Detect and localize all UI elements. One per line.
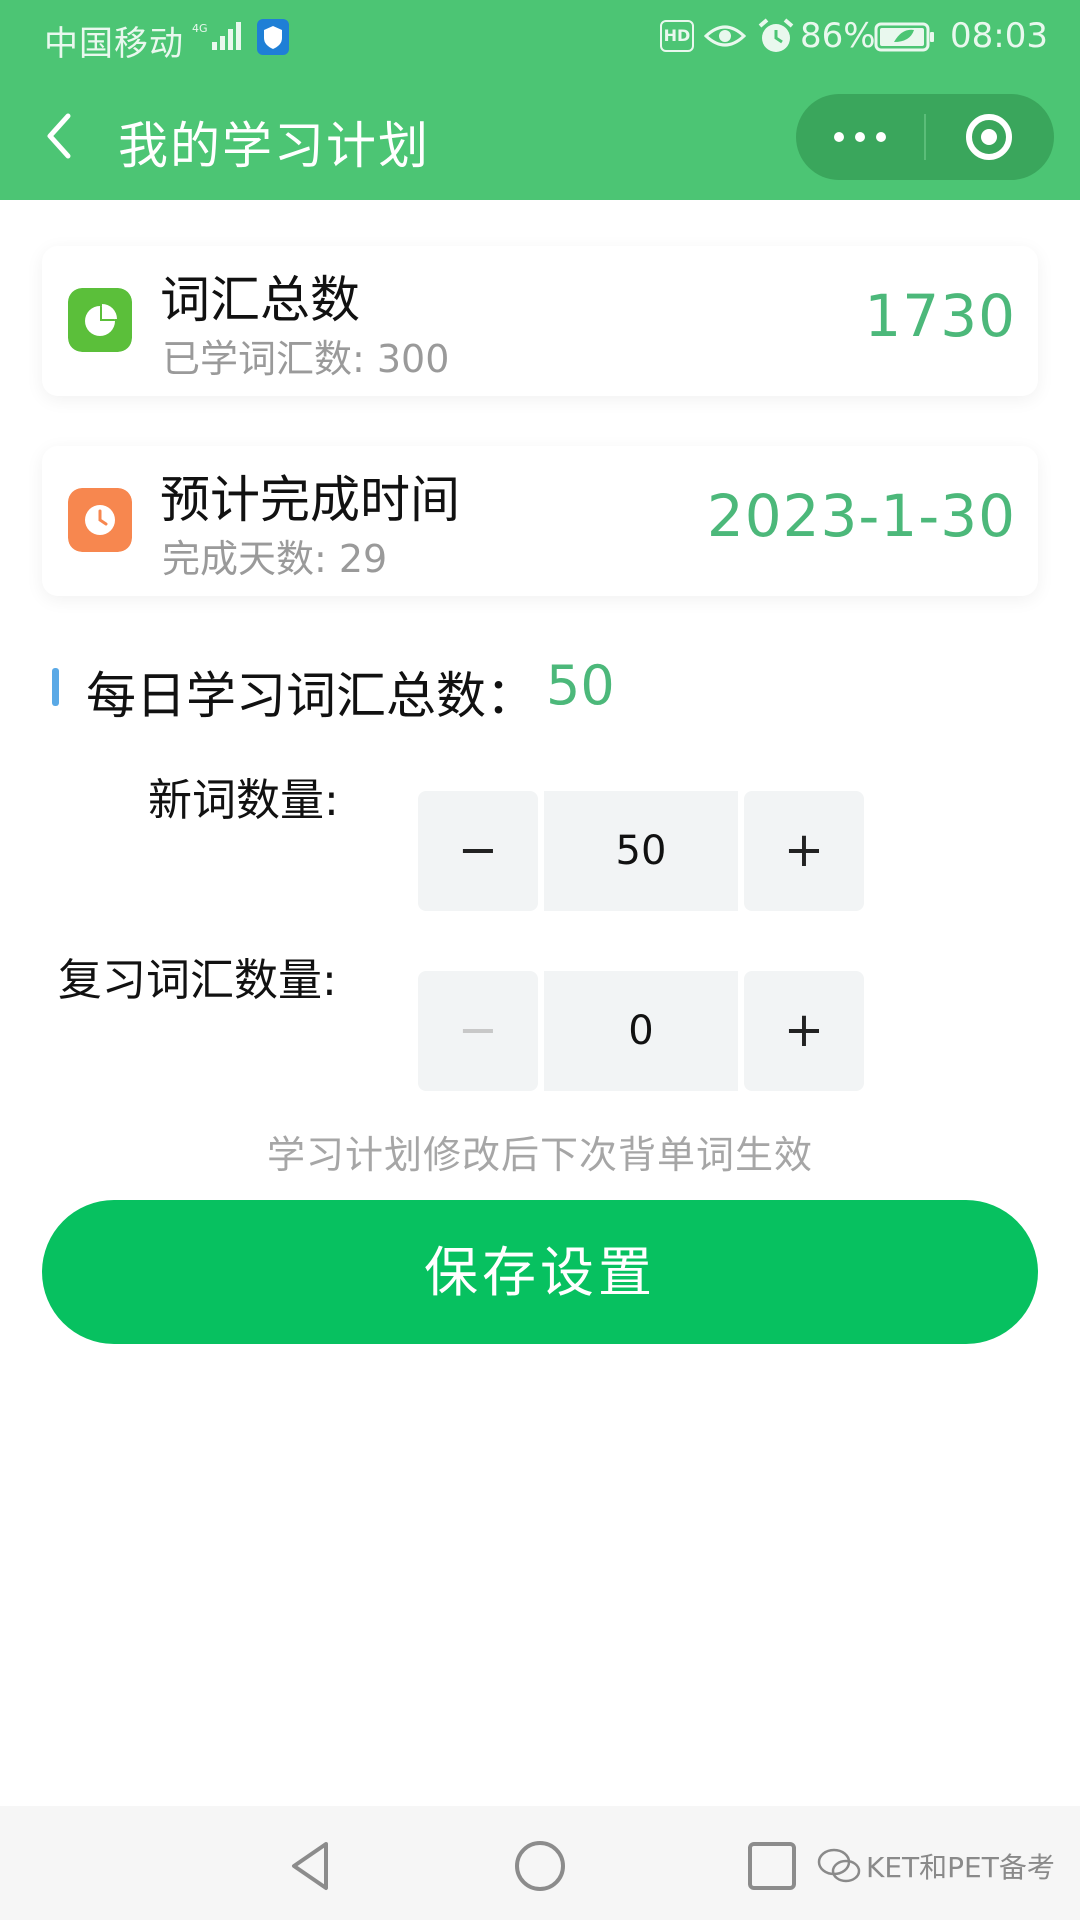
wechat-watermark-icon — [817, 1848, 861, 1883]
card-subtitle: 完成天数: 29 — [162, 537, 388, 581]
close-mini-program-button[interactable] — [926, 94, 1054, 180]
circle-home-icon[interactable] — [510, 1836, 570, 1896]
plan-change-hint: 学习计划修改后下次背单词生效 — [266, 1133, 813, 1177]
page-title: 我的学习计划 — [118, 117, 430, 175]
finish-date-card: 预计完成时间 完成天数: 29 2023-1-30 — [42, 446, 1038, 596]
system-navigation-bar: KET和PET备考 — [0, 1806, 1080, 1920]
app-header: 中国移动 4G HD 86% 08:03 我的学习计划 — [0, 0, 1080, 200]
status-bar: 中国移动 4G HD 86% 08:03 — [0, 0, 1080, 76]
new-words-input[interactable] — [544, 791, 738, 911]
new-words-label: 新词数量: — [148, 775, 339, 826]
card-title: 词汇总数 — [160, 271, 360, 329]
carrier-name: 中国移动 — [44, 24, 184, 64]
mini-program-capsule — [796, 94, 1054, 180]
card-subtitle: 已学词汇数: 300 — [162, 337, 450, 381]
review-words-decrement-button[interactable]: − — [418, 971, 538, 1091]
clock-icon — [68, 488, 132, 552]
triangle-back-icon[interactable] — [282, 1836, 342, 1896]
pie-chart-icon — [68, 288, 132, 352]
review-words-stepper: − + — [418, 971, 864, 1091]
svg-text:4G: 4G — [192, 22, 208, 35]
more-dots-icon — [855, 132, 865, 142]
signal-strength-icon: 4G — [192, 22, 241, 50]
status-clock: 08:03 — [950, 16, 1048, 56]
review-words-increment-button[interactable]: + — [744, 971, 864, 1091]
daily-total-label: 每日学习词汇总数： — [86, 667, 536, 725]
battery-percentage: 86% — [800, 16, 876, 56]
more-dots-icon — [876, 132, 886, 142]
eye-comfort-icon — [704, 25, 746, 47]
vocab-total-card: 词汇总数 已学词汇数: 300 1730 — [42, 246, 1038, 396]
more-dots-icon — [834, 132, 844, 142]
back-arrow-icon[interactable] — [40, 108, 80, 164]
square-recents-icon[interactable] — [742, 1836, 802, 1896]
card-title: 预计完成时间 — [160, 471, 460, 529]
new-words-stepper: − + — [418, 791, 864, 911]
alarm-clock-icon — [758, 18, 794, 52]
security-shield-icon — [257, 19, 289, 55]
review-words-label: 复习词汇数量: — [58, 955, 337, 1006]
new-words-decrement-button[interactable]: − — [418, 791, 538, 911]
battery-icon — [874, 22, 934, 52]
section-accent-bar — [52, 668, 59, 706]
review-words-input[interactable] — [544, 971, 738, 1091]
new-words-increment-button[interactable]: + — [744, 791, 864, 911]
finish-date-value: 2023-1-30 — [706, 482, 1016, 550]
source-watermark: KET和PET备考 — [866, 1851, 1055, 1884]
save-settings-button[interactable]: 保存设置 — [42, 1200, 1038, 1344]
hd-voice-icon: HD — [660, 20, 694, 52]
vocab-total-value: 1730 — [864, 282, 1016, 350]
target-close-icon-core — [981, 129, 997, 145]
more-options-button[interactable] — [796, 94, 924, 180]
daily-total-value: 50 — [546, 654, 615, 717]
